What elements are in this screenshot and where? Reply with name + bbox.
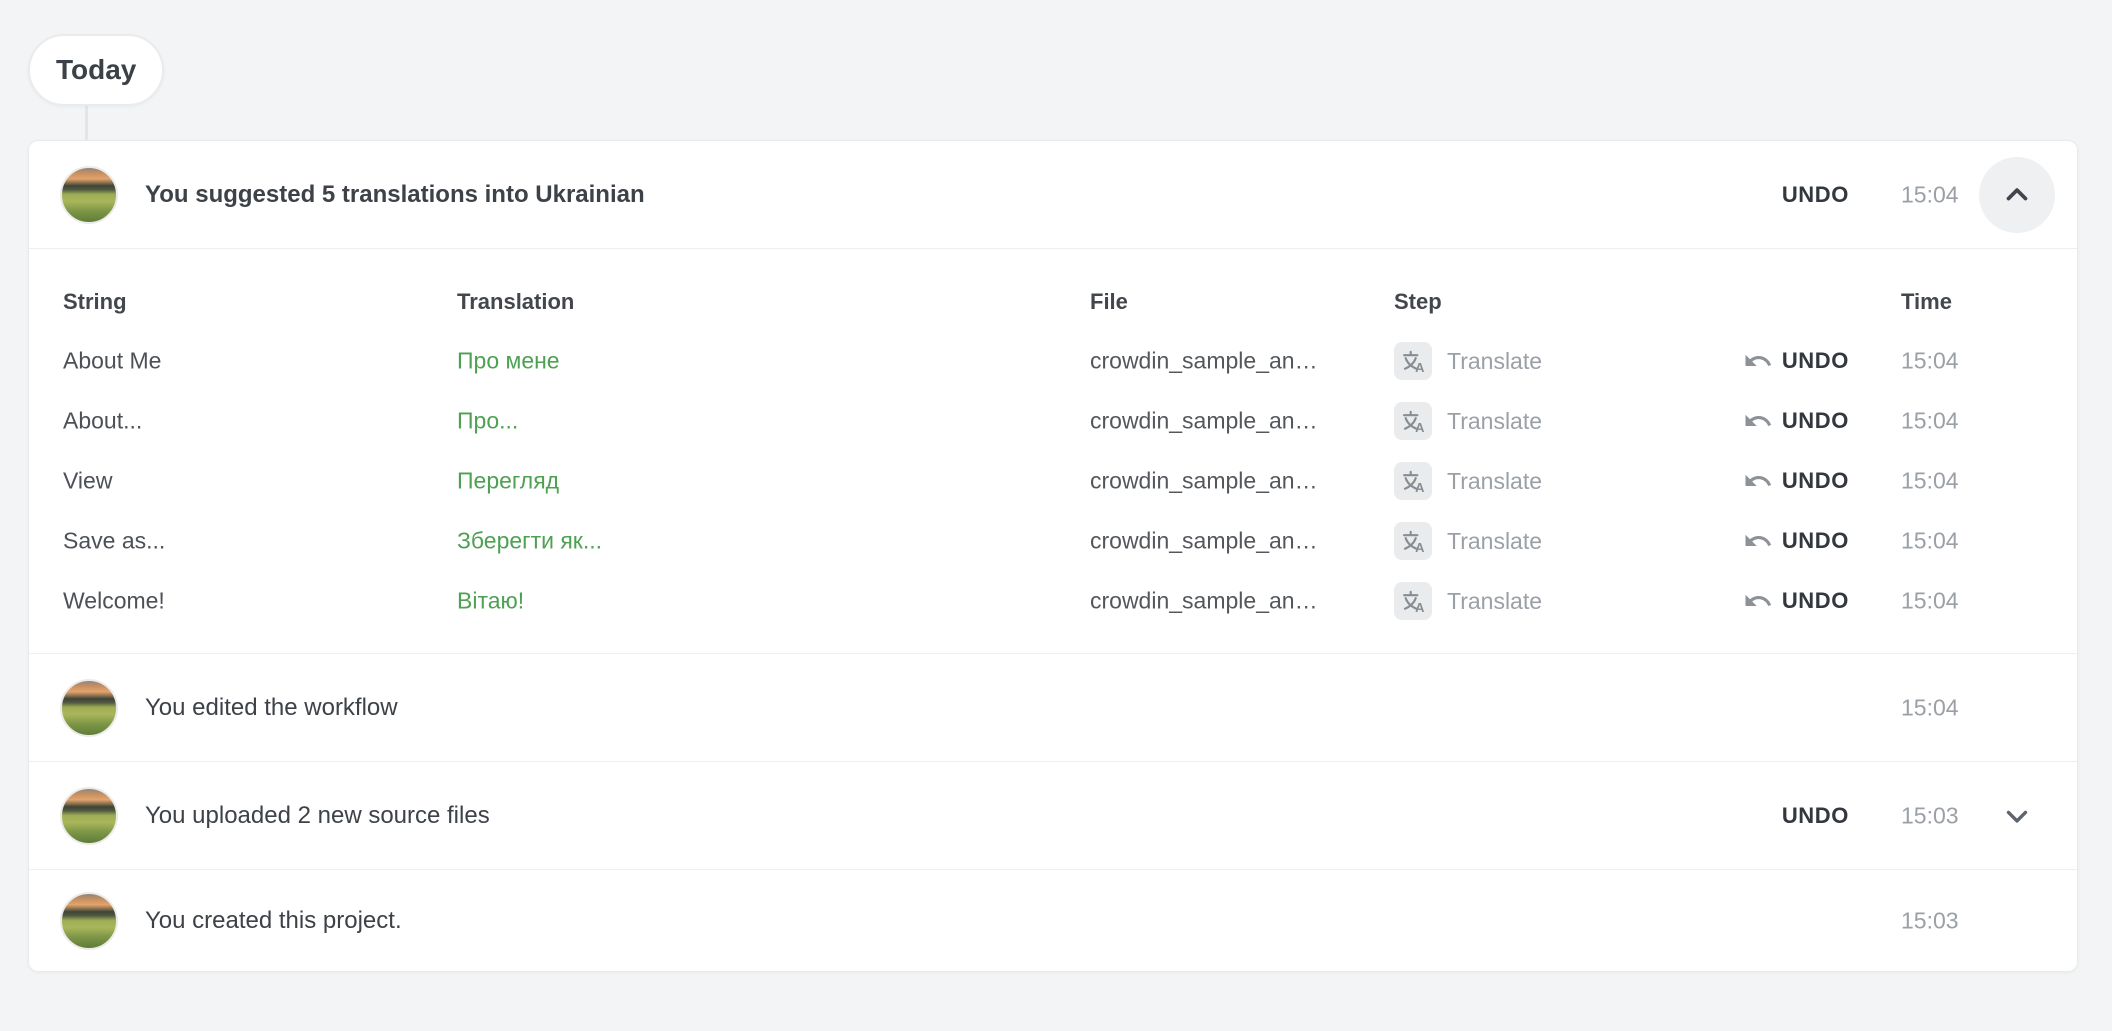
source-string: About Me bbox=[63, 348, 161, 375]
undo-translation-button[interactable]: UNDO bbox=[1743, 526, 1849, 556]
user-avatar bbox=[60, 787, 118, 845]
col-header-time: Time bbox=[1901, 289, 1952, 315]
row-time: 15:04 bbox=[1901, 408, 1959, 435]
translation-text: Про мене bbox=[457, 348, 560, 375]
source-string: View bbox=[63, 468, 112, 495]
undo-upload-button[interactable]: UNDO bbox=[1782, 803, 1849, 829]
translate-step-icon: A bbox=[1394, 342, 1432, 380]
table-row: About... Про... crowdin_sample_an… A Tra… bbox=[29, 391, 2077, 451]
user-avatar bbox=[60, 679, 118, 737]
table-row: About Me Про мене crowdin_sample_an… A T… bbox=[29, 331, 2077, 391]
translation-text: Зберегти як... bbox=[457, 528, 602, 555]
activity-page: Today You suggested 5 translations into … bbox=[0, 0, 2112, 1031]
activity-time: 15:03 bbox=[1901, 907, 2051, 934]
svg-text:A: A bbox=[1415, 420, 1424, 435]
undo-arrow-icon bbox=[1743, 526, 1773, 556]
step-label: Translate bbox=[1447, 468, 1542, 495]
translate-step-icon: A bbox=[1394, 402, 1432, 440]
suggested-translations-header: You suggested 5 translations into Ukrain… bbox=[29, 141, 2077, 249]
undo-arrow-icon bbox=[1743, 346, 1773, 376]
user-avatar bbox=[60, 166, 118, 224]
step-label: Translate bbox=[1447, 528, 1542, 555]
undo-arrow-icon bbox=[1743, 586, 1773, 616]
step-label: Translate bbox=[1447, 348, 1542, 375]
undo-button-label: UNDO bbox=[1782, 182, 1849, 208]
col-header-translation: Translation bbox=[457, 289, 574, 315]
chevron-down-icon bbox=[2000, 799, 2034, 833]
activity-time: 15:04 bbox=[1901, 694, 2051, 721]
undo-button-label: UNDO bbox=[1782, 803, 1849, 829]
activity-headline: You uploaded 2 new source files bbox=[145, 802, 490, 830]
undo-suggestions-button[interactable]: UNDO bbox=[1782, 182, 1849, 208]
file-name: crowdin_sample_an… bbox=[1090, 348, 1318, 375]
svg-text:A: A bbox=[1415, 360, 1424, 375]
undo-translation-button[interactable]: UNDO bbox=[1743, 406, 1849, 436]
file-name: crowdin_sample_an… bbox=[1090, 588, 1318, 615]
row-time: 15:04 bbox=[1901, 528, 1959, 555]
file-name: crowdin_sample_an… bbox=[1090, 468, 1318, 495]
source-string: About... bbox=[63, 408, 142, 435]
activity-headline: You created this project. bbox=[145, 907, 402, 935]
svg-text:A: A bbox=[1415, 540, 1424, 555]
table-row: Welcome! Вітаю! crowdin_sample_an… A Tra… bbox=[29, 571, 2077, 631]
translation-text: Перегляд bbox=[457, 468, 559, 495]
activity-headline: You suggested 5 translations into Ukrain… bbox=[145, 181, 645, 209]
activity-row-edited-workflow: You edited the workflow 15:04 bbox=[29, 654, 2077, 762]
translation-text: Про... bbox=[457, 408, 518, 435]
source-string: Welcome! bbox=[63, 588, 165, 615]
activity-headline: You edited the workflow bbox=[145, 694, 398, 722]
undo-translation-button[interactable]: UNDO bbox=[1743, 586, 1849, 616]
table-row: Save as... Зберегти як... crowdin_sample… bbox=[29, 511, 2077, 571]
translate-step-icon: A bbox=[1394, 522, 1432, 560]
file-name: crowdin_sample_an… bbox=[1090, 528, 1318, 555]
translation-text: Вітаю! bbox=[457, 588, 524, 615]
svg-text:A: A bbox=[1415, 600, 1424, 615]
file-name: crowdin_sample_an… bbox=[1090, 408, 1318, 435]
date-badge-label: Today bbox=[56, 54, 136, 86]
timeline-connector bbox=[85, 106, 88, 142]
translate-step-icon: A bbox=[1394, 582, 1432, 620]
undo-translation-button[interactable]: UNDO bbox=[1743, 346, 1849, 376]
undo-button-label: UNDO bbox=[1782, 468, 1849, 494]
row-time: 15:04 bbox=[1901, 348, 1959, 375]
col-header-step: Step bbox=[1394, 289, 1442, 315]
translate-step-icon: A bbox=[1394, 462, 1432, 500]
step-label: Translate bbox=[1447, 408, 1542, 435]
translations-table: String Translation File Step Time About … bbox=[29, 249, 2077, 654]
undo-arrow-icon bbox=[1743, 466, 1773, 496]
table-header-row: String Translation File Step Time bbox=[29, 273, 2077, 331]
undo-button-label: UNDO bbox=[1782, 528, 1849, 554]
undo-arrow-icon bbox=[1743, 406, 1773, 436]
undo-translation-button[interactable]: UNDO bbox=[1743, 466, 1849, 496]
undo-button-label: UNDO bbox=[1782, 588, 1849, 614]
step-label: Translate bbox=[1447, 588, 1542, 615]
user-avatar bbox=[60, 892, 118, 950]
svg-text:A: A bbox=[1415, 480, 1424, 495]
expand-button[interactable] bbox=[1995, 794, 2039, 838]
collapse-button[interactable] bbox=[1979, 157, 2055, 233]
col-header-file: File bbox=[1090, 289, 1128, 315]
date-badge: Today bbox=[28, 34, 164, 106]
table-row: View Перегляд crowdin_sample_an… A Trans… bbox=[29, 451, 2077, 511]
row-time: 15:04 bbox=[1901, 588, 1959, 615]
col-header-string: String bbox=[63, 289, 127, 315]
row-time: 15:04 bbox=[1901, 468, 1959, 495]
activity-row-created-project: You created this project. 15:03 bbox=[29, 870, 2077, 971]
source-string: Save as... bbox=[63, 528, 165, 555]
undo-button-label: UNDO bbox=[1782, 348, 1849, 374]
activity-card: You suggested 5 translations into Ukrain… bbox=[28, 140, 2078, 972]
activity-row-uploaded-files: You uploaded 2 new source files UNDO 15:… bbox=[29, 762, 2077, 870]
chevron-up-icon bbox=[2000, 178, 2034, 212]
undo-button-label: UNDO bbox=[1782, 408, 1849, 434]
